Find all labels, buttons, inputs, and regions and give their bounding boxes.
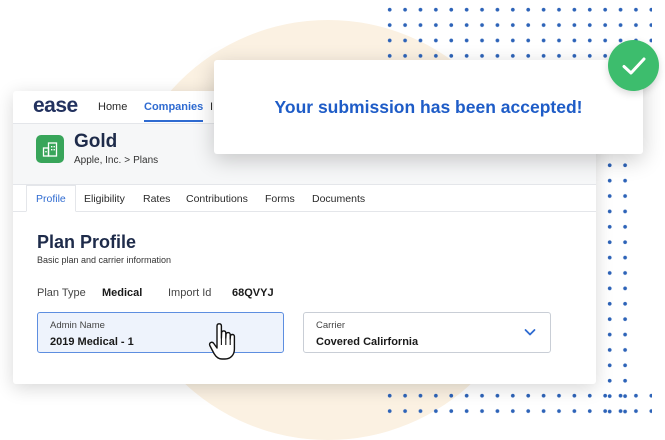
plan-type-value: Medical (102, 287, 143, 299)
breadcrumb-company[interactable]: Apple, Inc. (74, 155, 121, 166)
breadcrumb-plans[interactable]: Plans (133, 155, 158, 166)
admin-name-label: Admin Name (50, 320, 105, 331)
nav-home[interactable]: Home (98, 101, 127, 113)
logo: ease (33, 94, 78, 117)
page-title: Gold (74, 131, 118, 152)
tab-bar: Profile Eligibility Rates Contributions … (13, 185, 596, 212)
plan-type-label: Plan Type (37, 287, 86, 299)
success-toast: Your submission has been accepted! (214, 60, 643, 154)
toast-message: Your submission has been accepted! (274, 96, 583, 117)
nav-companies[interactable]: Companies (144, 101, 204, 122)
breadcrumb: Apple, Inc. > Plans (74, 155, 158, 166)
carrier-select[interactable]: Carrier Covered Calirfornia (303, 312, 551, 353)
admin-name-field[interactable]: Admin Name 2019 Medical - 1 (37, 312, 284, 353)
breadcrumb-separator: > (124, 155, 131, 166)
nav-item-truncated[interactable]: I (210, 101, 213, 113)
tab-eligibility[interactable]: Eligibility (84, 193, 125, 205)
carrier-label: Carrier (316, 320, 346, 331)
tab-forms[interactable]: Forms (265, 193, 295, 205)
carrier-value[interactable]: Covered Calirfornia (316, 336, 418, 348)
import-id-value: 68QVYJ (232, 287, 274, 299)
section-subtitle: Basic plan and carrier information (37, 255, 172, 265)
check-icon (608, 40, 659, 91)
tab-profile[interactable]: Profile (26, 185, 76, 212)
import-id-label: Import Id (168, 287, 212, 299)
section-title: Plan Profile (37, 232, 137, 252)
building-icon (36, 135, 64, 163)
tab-rates[interactable]: Rates (143, 193, 170, 205)
tab-contributions[interactable]: Contributions (186, 193, 248, 205)
tab-documents[interactable]: Documents (312, 193, 365, 205)
dot-pattern-bottom (382, 388, 652, 418)
hand-pointer-icon (208, 323, 236, 360)
admin-name-value[interactable]: 2019 Medical - 1 (50, 336, 134, 348)
chevron-down-icon[interactable] (524, 327, 536, 337)
